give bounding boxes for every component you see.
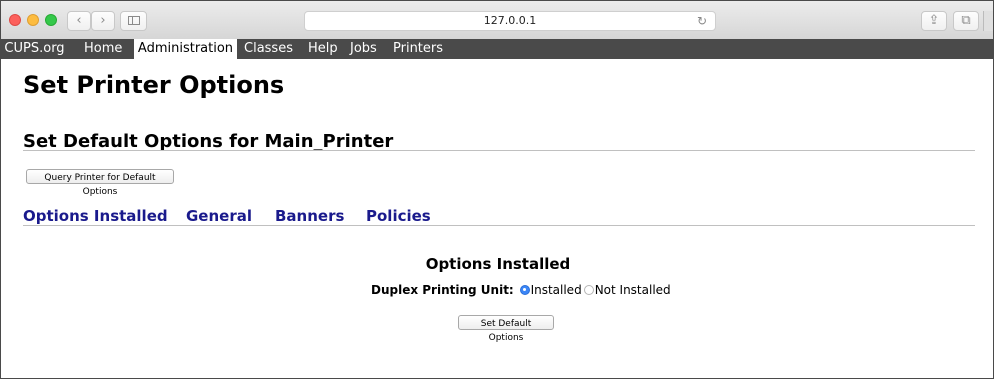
- query-printer-button[interactable]: Query Printer for Default Options: [26, 169, 174, 197]
- tabs-icon: ⧉: [961, 13, 971, 28]
- forward-button[interactable]: ›: [91, 11, 115, 31]
- browser-toolbar: ‹ › 127.0.0.1 ↻ ⇪ ⧉: [1, 1, 993, 40]
- reload-icon[interactable]: ↻: [697, 13, 707, 30]
- options-installed-title: Options Installed: [425, 255, 571, 273]
- show-tabs-button[interactable]: ⧉: [953, 11, 979, 31]
- duplex-option-row: Duplex Printing Unit: Installed Not Insta…: [371, 282, 671, 298]
- radio-not-installed-label[interactable]: Not Installed: [595, 283, 671, 297]
- radio-not-installed[interactable]: [583, 284, 594, 295]
- cups-nav-bar: CUPS.org Home Administration Classes Hel…: [1, 39, 993, 59]
- address-bar[interactable]: 127.0.0.1 ↻: [304, 11, 716, 31]
- url-text: 127.0.0.1: [483, 14, 537, 27]
- minimize-window-button[interactable]: [27, 14, 39, 26]
- nav-item-cups-org[interactable]: CUPS.org: [1, 39, 68, 59]
- share-button[interactable]: ⇪: [921, 11, 947, 31]
- share-icon: ⇪: [928, 13, 940, 28]
- nav-item-printers[interactable]: Printers: [393, 39, 453, 59]
- sidebar-toggle-button[interactable]: [120, 11, 147, 31]
- page-title: Set Printer Options: [23, 71, 285, 99]
- heading-rule: [23, 150, 975, 151]
- zoom-window-button[interactable]: [45, 14, 57, 26]
- nav-item-classes[interactable]: Classes: [244, 39, 302, 59]
- duplex-label: Duplex Printing Unit:: [371, 283, 514, 297]
- radio-installed[interactable]: [519, 284, 530, 295]
- chevron-right-icon: ›: [100, 13, 106, 28]
- page-content: Set Printer Options Set Default Options …: [1, 59, 993, 378]
- nav-item-jobs[interactable]: Jobs: [350, 39, 384, 59]
- set-default-options-button[interactable]: Set Default Options: [458, 315, 554, 343]
- back-button[interactable]: ‹: [67, 11, 91, 31]
- section-heading: Set Default Options for Main_Printer: [23, 131, 394, 152]
- tab-banners[interactable]: Banners: [275, 207, 344, 225]
- tabs-rule: [23, 225, 975, 226]
- tab-general[interactable]: General: [186, 207, 252, 225]
- nav-item-home[interactable]: Home: [84, 39, 129, 59]
- browser-window: ‹ › 127.0.0.1 ↻ ⇪ ⧉ CUPS.org Home Admini…: [0, 0, 994, 379]
- close-window-button[interactable]: [9, 14, 21, 26]
- nav-item-help[interactable]: Help: [308, 39, 342, 59]
- tab-policies[interactable]: Policies: [366, 207, 431, 225]
- radio-installed-label[interactable]: Installed: [531, 283, 582, 297]
- new-tab-edge[interactable]: [983, 11, 993, 31]
- chevron-left-icon: ‹: [76, 13, 82, 28]
- nav-item-administration[interactable]: Administration: [134, 39, 237, 59]
- tab-options-installed[interactable]: Options Installed: [23, 207, 168, 225]
- sidebar-icon: [128, 16, 140, 25]
